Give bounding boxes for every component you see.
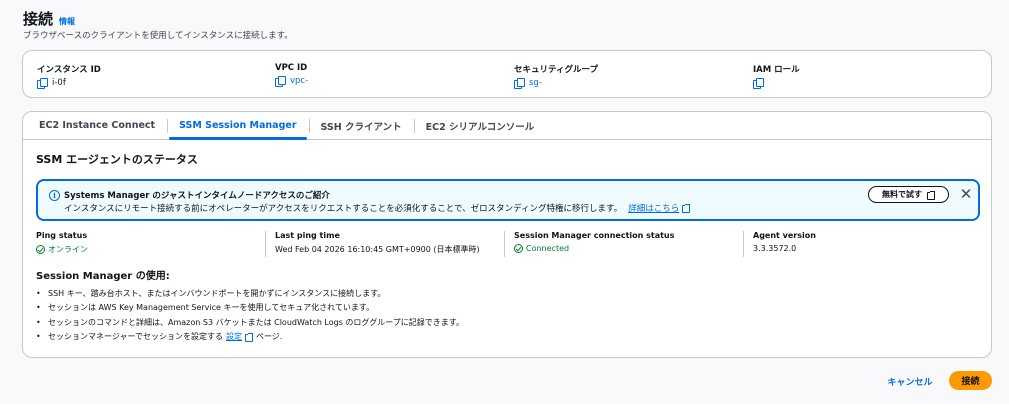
tab-list: EC2 Instance Connect SSM Session Manager…: [23, 112, 991, 140]
jit-access-info-banner: i Systems Manager のジャストインタイムノードアクセスのご紹介 …: [36, 179, 980, 221]
banner-body: インスタンスにリモート接続する前にオペレーターがアクセスをリクエストすることを必…: [64, 202, 691, 214]
tab-ec2-instance-connect[interactable]: EC2 Instance Connect: [27, 112, 167, 139]
list-item-text: ページ.: [255, 332, 283, 342]
connect-method-tabs: EC2 Instance Connect SSM Session Manager…: [22, 111, 992, 358]
try-free-button-label: 無料で試す: [882, 190, 922, 199]
list-item: セッションのコマンドと詳細は、Amazon S3 バケットまたは CloudWa…: [36, 315, 936, 330]
connection-status-value: Connected: [526, 244, 570, 253]
divider: [265, 231, 266, 257]
connection-status: Session Manager connection status Connec…: [514, 231, 674, 253]
agent-version: Agent version 3.3.3572.0: [753, 231, 816, 253]
usage-list: SSH キー、踏み台ホスト、またはインバウンドポートを開かずにインスタンスに接続…: [36, 286, 936, 344]
instance-id-value: i-0f: [52, 78, 66, 88]
ping-status: Ping status オンライン: [36, 231, 88, 255]
page-title-row: 接続 情報: [23, 8, 75, 29]
status-positive-icon: [36, 245, 45, 254]
connect-button[interactable]: 接続: [949, 371, 992, 390]
info-link[interactable]: 情報: [59, 16, 75, 27]
settings-link[interactable]: 設定: [226, 331, 253, 342]
cancel-button[interactable]: キャンセル: [878, 373, 942, 389]
page-subtitle: ブラウザベースのクライアントを使用してインスタンスに接続します。: [23, 31, 293, 41]
status-label: Ping status: [36, 231, 88, 240]
status-label: Agent version: [753, 231, 816, 240]
copy-icon[interactable]: [753, 78, 764, 89]
status-value: オンライン: [36, 244, 88, 255]
agent-status-grid: Ping status オンライン Last ping time Wed Feb…: [36, 231, 980, 257]
try-free-button[interactable]: 無料で試す: [868, 186, 949, 203]
copy-icon[interactable]: [275, 76, 286, 87]
list-item-text: セッションマネージャーでセッションを設定する: [48, 332, 223, 342]
detail-vpc-id: VPC ID vpc-: [275, 63, 308, 87]
divider: [743, 231, 744, 257]
list-item: セッションは AWS Key Management Service キーを使用し…: [36, 301, 936, 316]
copy-icon[interactable]: [37, 78, 48, 89]
close-icon[interactable]: ✕: [959, 186, 973, 202]
status-value: Connected: [514, 244, 674, 253]
copy-icon[interactable]: [514, 78, 525, 89]
list-item: SSH キー、踏み台ホスト、またはインバウンドポートを開かずにインスタンスに接続…: [36, 286, 936, 301]
vpc-id-link[interactable]: vpc-: [290, 76, 308, 86]
status-label: Last ping time: [275, 231, 340, 240]
detail-iam-role: IAM ロール: [753, 63, 800, 89]
tab-ssh-client[interactable]: SSH クライアント: [308, 112, 414, 139]
detail-label: セキュリティグループ: [514, 65, 598, 75]
info-icon: i: [49, 190, 60, 201]
instance-details-container: インスタンス ID i-0f VPC ID vpc- セキュリティグループ sg…: [22, 50, 992, 98]
detail-label: IAM ロール: [753, 65, 800, 75]
last-ping-time: Last ping time Wed Feb 04 2026 16:10:45 …: [275, 231, 480, 255]
detail-instance-id: インスタンス ID i-0f: [37, 63, 101, 89]
detail-label: インスタンス ID: [37, 65, 101, 75]
banner-text: インスタンスにリモート接続する前にオペレーターがアクセスをリクエストすることを必…: [64, 204, 623, 214]
agent-version-value: 3.3.3572.0: [753, 244, 797, 253]
divider: [504, 231, 505, 257]
external-link-icon: [244, 332, 253, 342]
session-manager-usage-heading: Session Manager の使用:: [36, 271, 170, 282]
tab-ssm-session-manager[interactable]: SSM Session Manager: [167, 112, 308, 140]
status-positive-icon: [514, 244, 523, 253]
last-ping-value: Wed Feb 04 2026 16:10:45 GMT+0900 (日本標準時…: [275, 245, 480, 254]
tab-ec2-serial-console[interactable]: EC2 シリアルコンソール: [413, 112, 547, 139]
ping-status-value: オンライン: [48, 245, 88, 254]
ssm-agent-status-heading: SSM エージェントのステータス: [36, 153, 198, 166]
banner-title: Systems Manager のジャストインタイムノードアクセスのご紹介: [64, 191, 330, 201]
learn-more-link[interactable]: 詳細はこちら: [628, 202, 691, 214]
external-link-icon: [682, 204, 691, 213]
security-group-link[interactable]: sg-: [529, 78, 542, 88]
settings-link-label: 設定: [225, 332, 242, 342]
list-item: セッションマネージャーでセッションを設定する 設定 ページ.: [36, 330, 936, 345]
detail-security-group: セキュリティグループ sg-: [514, 63, 598, 89]
page-title: 接続: [23, 10, 54, 28]
external-link-icon: [927, 190, 935, 200]
detail-label: VPC ID: [275, 63, 308, 73]
status-label: Session Manager connection status: [514, 231, 675, 240]
learn-more-link-label: 詳細はこちら: [628, 204, 680, 214]
